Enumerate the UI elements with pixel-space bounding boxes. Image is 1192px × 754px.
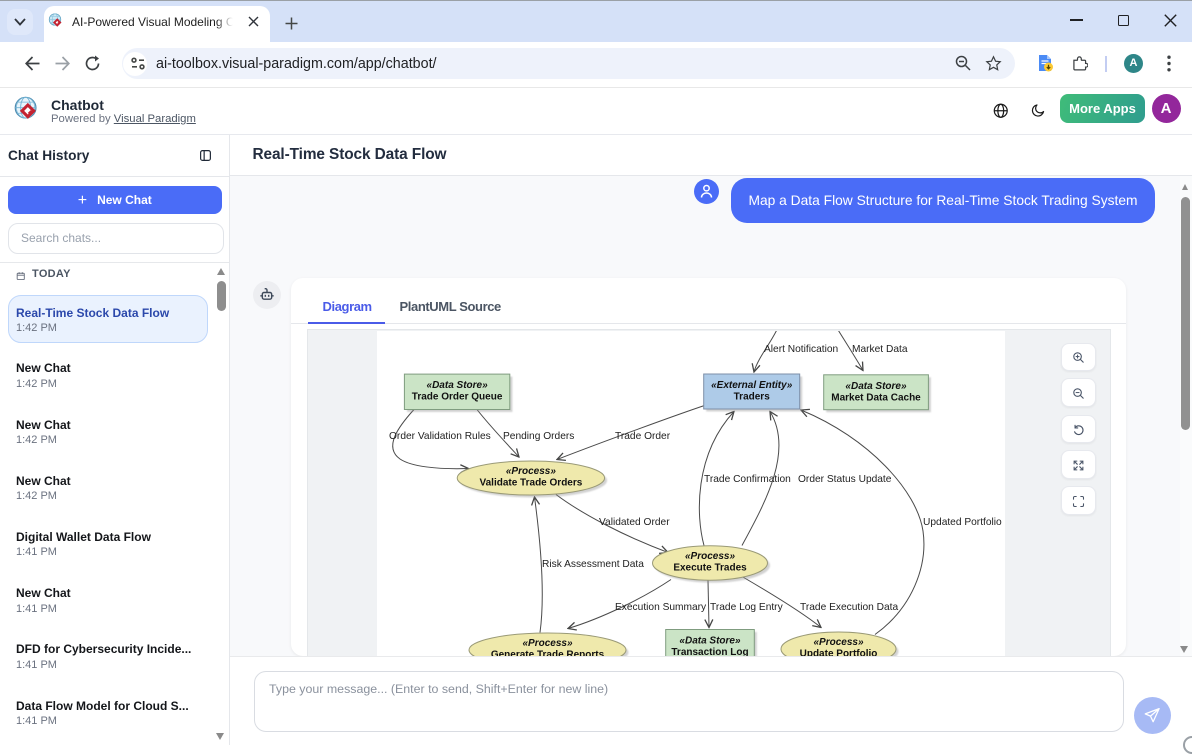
svg-text:Trade Order: Trade Order [615,431,671,442]
svg-text:Updated Portfolio: Updated Portfolio [923,517,1002,528]
svg-text:«External Entity»: «External Entity» [711,380,793,391]
svg-text:Validate Trade Orders: Validate Trade Orders [479,477,582,488]
svg-text:Order Validation Rules: Order Validation Rules [389,431,491,442]
svg-text:Order Status Update: Order Status Update [798,474,892,485]
svg-text:Execute Trades: Execute Trades [673,562,747,573]
svg-text:Trade Execution Data: Trade Execution Data [800,602,898,613]
svg-text:«Process»: «Process» [506,466,556,477]
svg-text:Pending Orders: Pending Orders [503,431,574,442]
svg-text:«Data Store»: «Data Store» [679,635,741,646]
svg-text:«Process»: «Process» [813,637,863,648]
svg-text:«Process»: «Process» [522,638,572,649]
svg-text:«Process»: «Process» [685,551,735,562]
svg-text:«Data Store»: «Data Store» [845,380,907,391]
svg-text:Trade Order Queue: Trade Order Queue [412,391,503,402]
svg-text:Risk Assessment Data: Risk Assessment Data [542,559,644,570]
svg-text:Alert Notification: Alert Notification [764,344,838,355]
svg-text:Trade Log Entry: Trade Log Entry [710,602,784,613]
svg-text:Market Data Cache: Market Data Cache [831,392,921,403]
svg-text:Trade Confirmation: Trade Confirmation [704,474,791,485]
svg-text:Market Data: Market Data [852,344,908,355]
svg-text:Traders: Traders [734,391,771,402]
svg-text:Execution Summary: Execution Summary [615,602,707,613]
svg-text:«Data Store»: «Data Store» [427,380,489,391]
svg-text:Validated Order: Validated Order [599,517,670,528]
